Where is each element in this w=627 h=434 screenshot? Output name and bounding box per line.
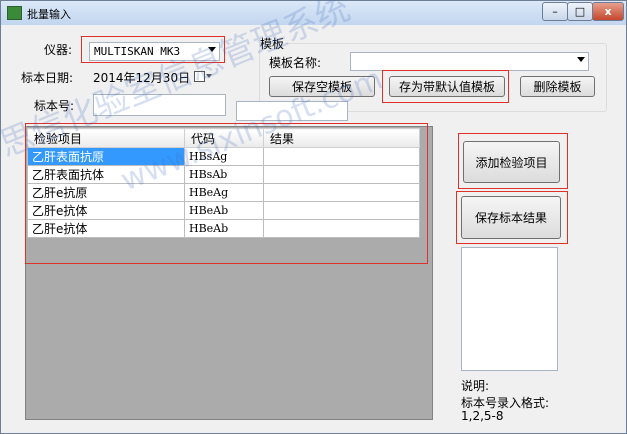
calendar-icon[interactable] — [194, 71, 205, 82]
sample-no-input[interactable] — [93, 94, 226, 116]
minimize-button[interactable]: – — [542, 2, 568, 21]
main-window: 批量输入 – □ x 仪器: MULTISKAN MK3 标本日期: 2014年… — [0, 0, 627, 434]
date-value[interactable]: 2014年12月30日 — [93, 69, 190, 86]
add-item-highlight — [458, 133, 568, 189]
window-title: 批量输入 — [27, 8, 71, 21]
template-group-label: 模板 — [260, 35, 287, 52]
chevron-down-icon — [577, 57, 585, 62]
grid-highlight — [25, 123, 428, 264]
delete-template-button[interactable]: 删除模板 — [520, 76, 595, 97]
close-button[interactable]: x — [592, 2, 624, 21]
instrument-label: 仪器: — [44, 43, 73, 57]
instrument-highlight — [81, 36, 225, 63]
save-empty-template-button[interactable]: 保存空模板 — [269, 76, 375, 97]
app-icon — [7, 6, 22, 20]
maximize-button[interactable]: □ — [567, 2, 593, 21]
help-title: 说明: — [461, 379, 490, 393]
template-name-select[interactable] — [350, 52, 589, 71]
extra-input[interactable] — [236, 101, 348, 121]
help-line-2: 1,2,5-8 — [461, 409, 504, 423]
save-default-highlight — [382, 70, 509, 103]
date-dropdown-icon[interactable] — [206, 74, 212, 78]
save-result-highlight — [456, 191, 568, 244]
date-label: 标本日期: — [21, 71, 74, 85]
template-name-label: 模板名称: — [269, 56, 322, 70]
sample-no-label: 标本号: — [34, 99, 75, 113]
title-bar: 批量输入 – □ x — [1, 1, 626, 25]
notes-box[interactable] — [461, 247, 558, 371]
